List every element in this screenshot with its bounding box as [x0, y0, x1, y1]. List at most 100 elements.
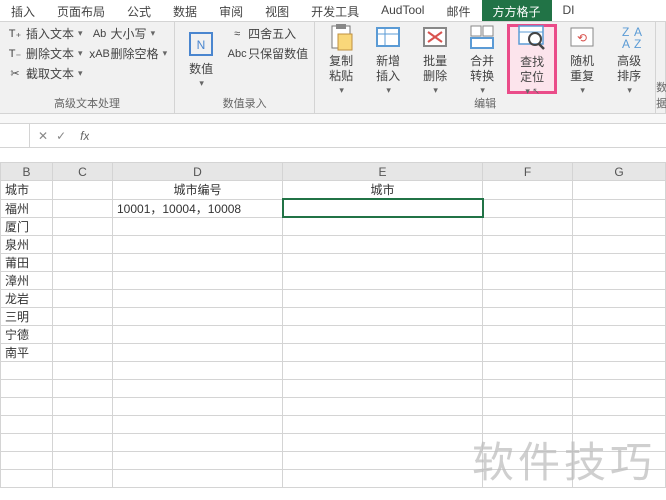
cell[interactable] [53, 271, 113, 289]
cell[interactable] [483, 361, 573, 379]
tab-fangfang[interactable]: 方方格子 [482, 0, 552, 21]
cell[interactable] [283, 325, 483, 343]
cell[interactable] [53, 469, 113, 487]
tab-formulas[interactable]: 公式 [116, 0, 162, 21]
cell[interactable]: 福州 [1, 199, 53, 217]
cell[interactable] [483, 199, 573, 217]
cell[interactable] [113, 361, 283, 379]
cell[interactable]: 南平 [1, 343, 53, 361]
cell[interactable] [113, 397, 283, 415]
cell[interactable]: 厦门 [1, 217, 53, 235]
cell[interactable] [113, 433, 283, 451]
cell[interactable] [113, 469, 283, 487]
cell[interactable] [113, 235, 283, 253]
cell[interactable] [483, 217, 573, 235]
cell[interactable]: 10001，10004，10008 [113, 199, 283, 217]
tab-di[interactable]: DI [552, 0, 586, 21]
case-button[interactable]: Ab大小写▾ [89, 24, 171, 43]
insert-text-button[interactable]: T₊插入文本▾ [4, 24, 86, 43]
keep-value-button[interactable]: Abc只保留数值 [226, 44, 311, 63]
cell[interactable] [573, 379, 666, 397]
cell[interactable]: 城市 [1, 181, 53, 200]
cell[interactable] [283, 379, 483, 397]
cell[interactable] [53, 307, 113, 325]
cell[interactable] [1, 379, 53, 397]
cell[interactable] [483, 271, 573, 289]
cell[interactable] [53, 217, 113, 235]
tab-insert[interactable]: 插入 [0, 0, 46, 21]
cell[interactable] [573, 325, 666, 343]
cell[interactable] [483, 325, 573, 343]
cell[interactable] [573, 271, 666, 289]
random-repeat-button[interactable]: ⟲ 随机重复▾ [560, 24, 604, 94]
cell[interactable] [573, 199, 666, 217]
cell[interactable] [53, 379, 113, 397]
cell[interactable] [483, 289, 573, 307]
cell[interactable] [113, 307, 283, 325]
tab-review[interactable]: 审阅 [208, 0, 254, 21]
cell[interactable] [1, 397, 53, 415]
remove-space-button[interactable]: xAB删除空格▾ [89, 44, 171, 63]
cell[interactable] [283, 235, 483, 253]
cell[interactable] [573, 361, 666, 379]
cell[interactable] [113, 325, 283, 343]
cell[interactable] [573, 235, 666, 253]
cell[interactable] [283, 469, 483, 487]
col-header[interactable]: F [483, 163, 573, 181]
advanced-sort-button[interactable]: ZAAZ 高级排序▾ [607, 24, 651, 94]
confirm-icon[interactable]: ✓ [56, 129, 66, 143]
cell[interactable]: 宁德 [1, 325, 53, 343]
cell[interactable] [113, 379, 283, 397]
cell[interactable] [53, 181, 113, 200]
cell[interactable]: 城市编号 [113, 181, 283, 200]
tab-view[interactable]: 视图 [254, 0, 300, 21]
cell[interactable] [483, 343, 573, 361]
cancel-icon[interactable]: ✕ [38, 129, 48, 143]
cell[interactable] [53, 415, 113, 433]
cell[interactable]: 城市 [283, 181, 483, 200]
merge-convert-button[interactable]: 合并转换▾ [460, 24, 504, 94]
cell[interactable] [53, 235, 113, 253]
number-button[interactable]: N 数值▾ [179, 24, 223, 94]
cell[interactable] [573, 253, 666, 271]
selected-cell[interactable] [283, 199, 483, 217]
cell[interactable] [573, 397, 666, 415]
cell[interactable] [113, 253, 283, 271]
round-button[interactable]: ≈四舍五入 [226, 24, 311, 43]
cell[interactable] [1, 415, 53, 433]
cell[interactable] [483, 181, 573, 200]
cell[interactable] [283, 433, 483, 451]
tab-page-layout[interactable]: 页面布局 [46, 0, 116, 21]
formula-input[interactable] [89, 129, 666, 143]
name-box[interactable] [0, 124, 30, 147]
cell[interactable] [283, 451, 483, 469]
cell[interactable] [283, 271, 483, 289]
cell[interactable] [283, 415, 483, 433]
cell[interactable]: 漳州 [1, 271, 53, 289]
copy-paste-button[interactable]: 复制粘贴▾ [319, 24, 363, 94]
tab-mail[interactable]: 邮件 [435, 0, 481, 21]
cell[interactable] [483, 235, 573, 253]
new-insert-button[interactable]: 新增插入▾ [366, 24, 410, 94]
cell[interactable] [53, 433, 113, 451]
cell[interactable] [53, 397, 113, 415]
cell[interactable] [483, 307, 573, 325]
cell[interactable] [113, 289, 283, 307]
tab-audtool[interactable]: AudTool [370, 0, 435, 21]
cell[interactable] [573, 289, 666, 307]
cell[interactable] [573, 343, 666, 361]
extract-text-button[interactable]: ✂截取文本▾ [4, 64, 86, 83]
cell[interactable] [1, 451, 53, 469]
cell[interactable] [283, 253, 483, 271]
cell[interactable] [53, 253, 113, 271]
cell[interactable] [283, 361, 483, 379]
cell[interactable] [283, 217, 483, 235]
cell[interactable] [53, 361, 113, 379]
cell[interactable] [1, 433, 53, 451]
cell[interactable] [483, 253, 573, 271]
tab-devtools[interactable]: 开发工具 [300, 0, 370, 21]
cell[interactable] [573, 217, 666, 235]
cell[interactable] [573, 307, 666, 325]
tab-data[interactable]: 数据 [162, 0, 208, 21]
batch-delete-button[interactable]: 批量删除▾ [413, 24, 457, 94]
